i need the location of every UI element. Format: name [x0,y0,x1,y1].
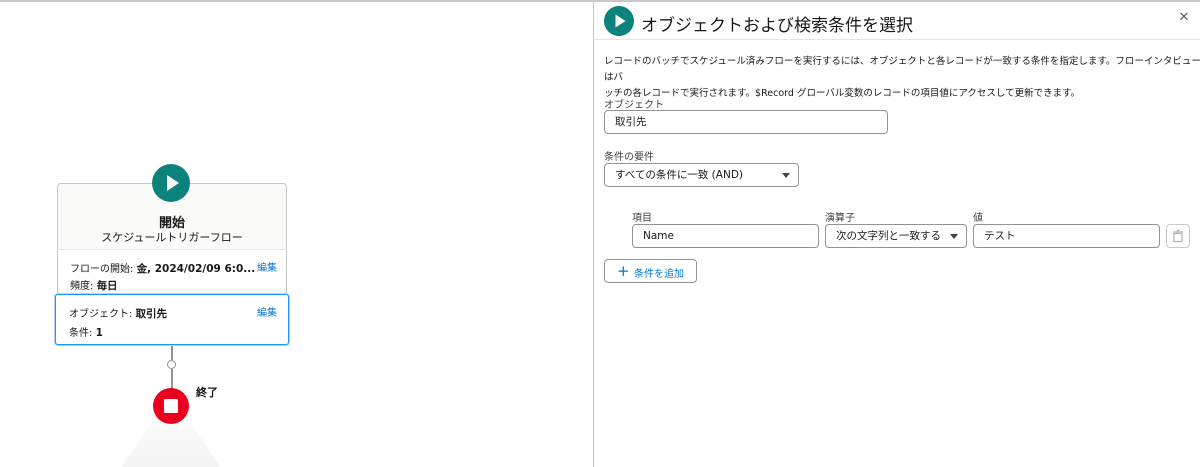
condition-operator-select[interactable]: 次の文字列と一致する [825,224,967,248]
condition-requirements-select[interactable]: すべての条件に一致 (AND) [604,163,799,187]
play-icon [152,164,190,202]
stop-icon[interactable] [153,388,189,424]
connector-add-node[interactable] [167,360,176,369]
schedule-section[interactable]: フローの開始: 金, 2024/02/09 6:0... 編集 頻度: 毎日 [57,249,287,295]
object-input[interactable]: 取引先 [604,110,888,134]
end-label: 終了 [196,386,218,399]
start-subtitle: スケジュールトリガーフロー [101,231,243,244]
conditions-label: 条件: [69,328,93,339]
frequency-label: 頻度: [70,281,94,292]
condition-requirements-value: すべての条件に一致 (AND) [615,169,743,181]
description-line-1: レコードのバッチでスケジュール済みフローを実行するには、オブジェクトと各レコード… [604,56,1200,83]
chevron-down-icon [950,234,958,239]
schedule-edit-link[interactable]: 編集 [257,259,277,274]
object-value: 取引先 [135,308,168,320]
conditions-value: 1 [95,327,103,339]
delete-condition-button[interactable] [1166,224,1190,248]
frequency-value: 毎日 [96,280,118,292]
close-icon[interactable]: ✕ [1176,10,1192,26]
play-icon [604,6,634,36]
field-column-header: 項目 [632,213,652,224]
panel-description: レコードのバッチでスケジュール済みフローを実行するには、オブジェクトと各レコード… [604,54,1200,102]
description-line-2: ッチの各レコードで実行されます。$Record グローバル変数のレコードの項目値… [604,88,1081,99]
schedule-start-value: 金, 2024/02/09 6:0... [136,263,256,275]
add-condition-label: 条件を追加 [634,269,684,280]
condition-operator-value: 次の文字列と一致する [836,230,941,242]
condition-requirements-label: 条件の要件 [604,152,654,163]
operator-column-header: 演算子 [825,213,855,224]
conditions-line: 条件: 1 [69,324,103,339]
condition-field-input[interactable]: Name [632,224,819,248]
object-field-label: オブジェクト [604,100,664,111]
object-section-selected[interactable]: オブジェクト: 取引先 編集 条件: 1 [55,294,289,345]
condition-value-input[interactable]: テスト [973,224,1160,248]
schedule-start-label: フローの開始: [70,264,134,275]
object-edit-link[interactable]: 編集 [257,304,277,319]
connector-line [171,346,173,360]
panel-title: オブジェクトおよび検索条件を選択 [641,16,913,36]
frequency-line: 頻度: 毎日 [70,277,118,293]
chevron-down-icon [782,173,790,178]
add-condition-button[interactable]: + 条件を追加 [604,259,697,283]
trash-icon [1173,229,1183,243]
object-line: オブジェクト: 取引先 [69,305,167,321]
value-column-header: 値 [973,213,983,224]
properties-panel: オブジェクトおよび検索条件を選択 ✕ レコードのバッチでスケジュール済みフローを… [593,2,1200,467]
plus-icon: + [617,262,630,280]
connector-line-lower [171,369,173,389]
object-label: オブジェクト: [69,309,133,320]
panel-header: オブジェクトおよび検索条件を選択 ✕ [594,2,1200,40]
schedule-start-line: フローの開始: 金, 2024/02/09 6:0... [70,260,255,276]
